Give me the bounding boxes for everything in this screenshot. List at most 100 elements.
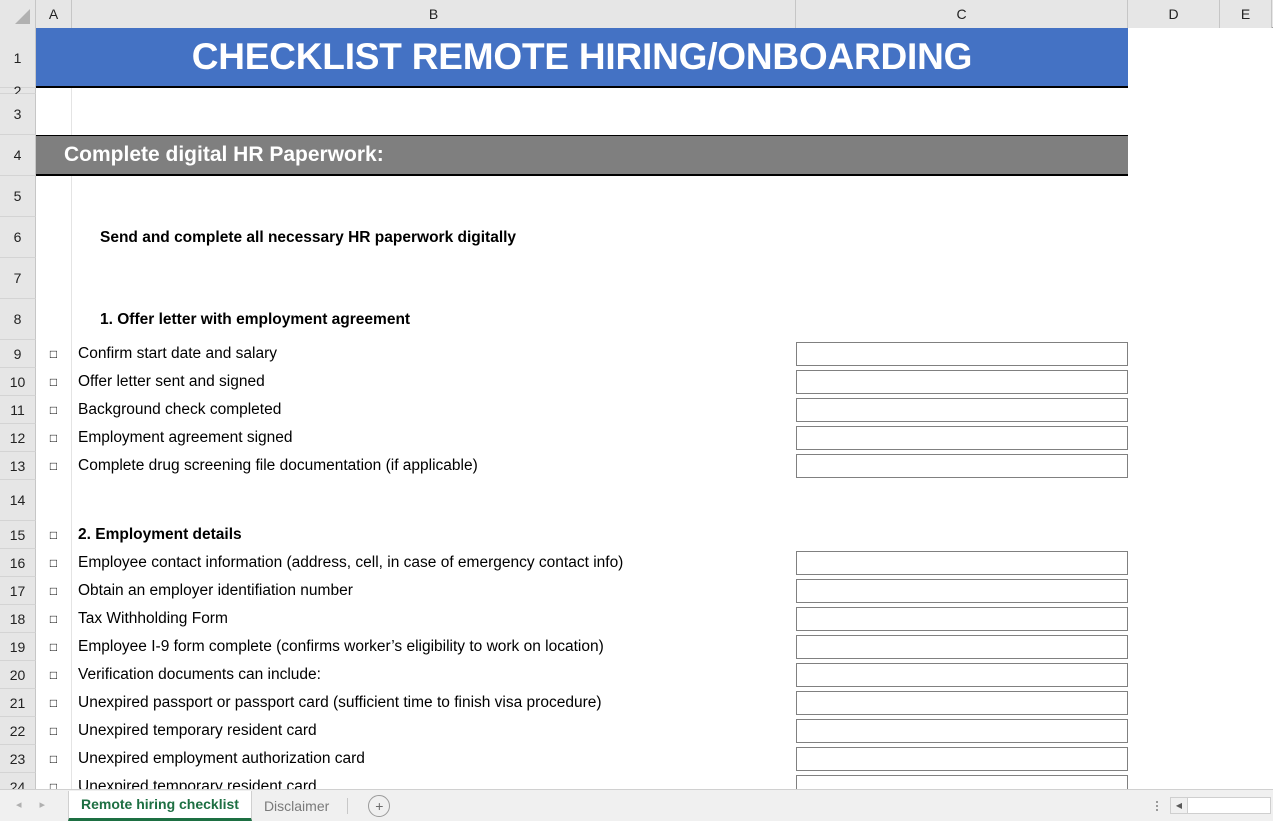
cell-a-empty[interactable] — [36, 299, 72, 340]
cell-empty[interactable] — [1128, 773, 1273, 789]
cell-empty[interactable] — [1128, 480, 1273, 521]
checklist-note-box[interactable] — [796, 691, 1128, 715]
cell-b-text[interactable]: Verification documents can include: — [72, 661, 796, 689]
cell-b-text[interactable]: Confirm start date and salary — [72, 340, 796, 368]
checkbox-cell[interactable]: □ — [36, 424, 72, 452]
cell-c[interactable] — [796, 299, 1128, 340]
cell-empty[interactable] — [1128, 605, 1273, 633]
cell-empty[interactable] — [1128, 217, 1273, 258]
cell-empty[interactable] — [1128, 717, 1273, 745]
checkbox-icon[interactable]: □ — [50, 404, 57, 416]
checkbox-icon[interactable]: □ — [50, 557, 57, 569]
checklist-note-box[interactable] — [796, 426, 1128, 450]
row-header-5[interactable]: 5 — [0, 176, 36, 217]
cell-c[interactable] — [796, 258, 1128, 299]
column-header-d[interactable]: D — [1128, 0, 1220, 28]
cell-c[interactable] — [796, 340, 1128, 368]
checkbox-icon[interactable]: □ — [50, 529, 57, 541]
checkbox-icon[interactable]: □ — [50, 585, 57, 597]
checkbox-cell[interactable]: □ — [36, 689, 72, 717]
checkbox-cell[interactable]: □ — [36, 521, 72, 549]
checklist-note-box[interactable] — [796, 719, 1128, 743]
checklist-note-box[interactable] — [796, 370, 1128, 394]
cell-b-text[interactable] — [72, 94, 796, 135]
cell-b-text[interactable]: Unexpired employment authorization card — [72, 745, 796, 773]
cell-b-text[interactable]: Complete drug screening file documentati… — [72, 452, 796, 480]
checkbox-icon[interactable]: □ — [50, 753, 57, 765]
scroll-left-icon[interactable]: ◀ — [1170, 797, 1188, 814]
row-header-4[interactable]: 4 — [0, 135, 36, 176]
cell-empty[interactable] — [1128, 521, 1273, 549]
cell-a-empty[interactable] — [36, 258, 72, 299]
cell-empty[interactable] — [1128, 689, 1273, 717]
row-header-15[interactable]: 15 — [0, 521, 36, 549]
cell-empty[interactable] — [1128, 549, 1273, 577]
checklist-note-box[interactable] — [796, 454, 1128, 478]
cell-c[interactable] — [796, 605, 1128, 633]
checklist-note-box[interactable] — [796, 775, 1128, 789]
row-header-20[interactable]: 20 — [0, 661, 36, 689]
cell-c[interactable] — [796, 176, 1128, 217]
cell-a-empty[interactable] — [36, 480, 72, 521]
cell-b-text[interactable]: 1. Offer letter with employment agreemen… — [72, 299, 796, 340]
checkbox-cell[interactable]: □ — [36, 452, 72, 480]
column-header-a[interactable]: A — [36, 0, 72, 28]
checkbox-icon[interactable]: □ — [50, 613, 57, 625]
row-header-23[interactable]: 23 — [0, 745, 36, 773]
row-header-24[interactable]: 24 — [0, 773, 36, 789]
cell-c[interactable] — [796, 717, 1128, 745]
checklist-note-box[interactable] — [796, 607, 1128, 631]
cell-empty[interactable] — [1128, 452, 1273, 480]
row-header-12[interactable]: 12 — [0, 424, 36, 452]
cell-a-empty[interactable] — [36, 94, 72, 135]
cell-c[interactable] — [796, 549, 1128, 577]
add-sheet-icon[interactable]: + — [368, 794, 391, 817]
cell-b-text[interactable]: Unexpired temporary resident card — [72, 717, 796, 745]
sheet-tab-remote-hiring-checklist[interactable]: Remote hiring checklist — [68, 790, 252, 821]
checkbox-cell[interactable]: □ — [36, 745, 72, 773]
cell-c[interactable] — [796, 396, 1128, 424]
checklist-note-box[interactable] — [796, 635, 1128, 659]
cell-c[interactable] — [796, 521, 1128, 549]
checklist-note-box[interactable] — [796, 579, 1128, 603]
column-header-e[interactable]: E — [1220, 0, 1272, 28]
next-sheet-icon[interactable]: ▸ — [40, 800, 46, 811]
checkbox-icon[interactable]: □ — [50, 781, 57, 789]
cell-empty[interactable] — [1128, 633, 1273, 661]
sheet-tab-disclaimer[interactable]: Disclaimer — [252, 791, 341, 821]
cell-c[interactable] — [796, 452, 1128, 480]
row-header-16[interactable]: 16 — [0, 549, 36, 577]
cell-b-text[interactable]: Send and complete all necessary HR paper… — [72, 217, 796, 258]
cell-b-text[interactable]: 2. Employment details — [72, 521, 796, 549]
column-header-c[interactable]: C — [796, 0, 1128, 28]
row-header-1[interactable]: 1 — [0, 28, 36, 88]
checkbox-cell[interactable]: □ — [36, 577, 72, 605]
checkbox-cell[interactable]: □ — [36, 661, 72, 689]
checkbox-icon[interactable]: □ — [50, 348, 57, 360]
cell-c[interactable] — [796, 480, 1128, 521]
checkbox-icon[interactable]: □ — [50, 460, 57, 472]
prev-sheet-icon[interactable]: ◂ — [16, 800, 22, 811]
cell-empty[interactable] — [1128, 661, 1273, 689]
cell-empty[interactable] — [1128, 299, 1273, 340]
cell-empty[interactable] — [1128, 258, 1273, 299]
row-header-6[interactable]: 6 — [0, 217, 36, 258]
row-header-13[interactable]: 13 — [0, 452, 36, 480]
row-header-14[interactable]: 14 — [0, 480, 36, 521]
checkbox-icon[interactable]: □ — [50, 697, 57, 709]
cell-empty[interactable] — [1128, 745, 1273, 773]
cell-c[interactable] — [796, 633, 1128, 661]
cell-c[interactable] — [796, 217, 1128, 258]
cell-empty[interactable] — [1128, 424, 1273, 452]
select-all-corner[interactable] — [0, 0, 36, 28]
cell-c[interactable] — [796, 745, 1128, 773]
checklist-note-box[interactable] — [796, 747, 1128, 771]
cell-b-text[interactable]: Offer letter sent and signed — [72, 368, 796, 396]
cell-c[interactable] — [796, 94, 1128, 135]
cell-c[interactable] — [796, 689, 1128, 717]
row-header-21[interactable]: 21 — [0, 689, 36, 717]
cell-b-text[interactable]: Unexpired passport or passport card (suf… — [72, 689, 796, 717]
cell-c[interactable] — [796, 773, 1128, 789]
cell-empty[interactable] — [1128, 94, 1273, 135]
checkbox-cell[interactable]: □ — [36, 717, 72, 745]
